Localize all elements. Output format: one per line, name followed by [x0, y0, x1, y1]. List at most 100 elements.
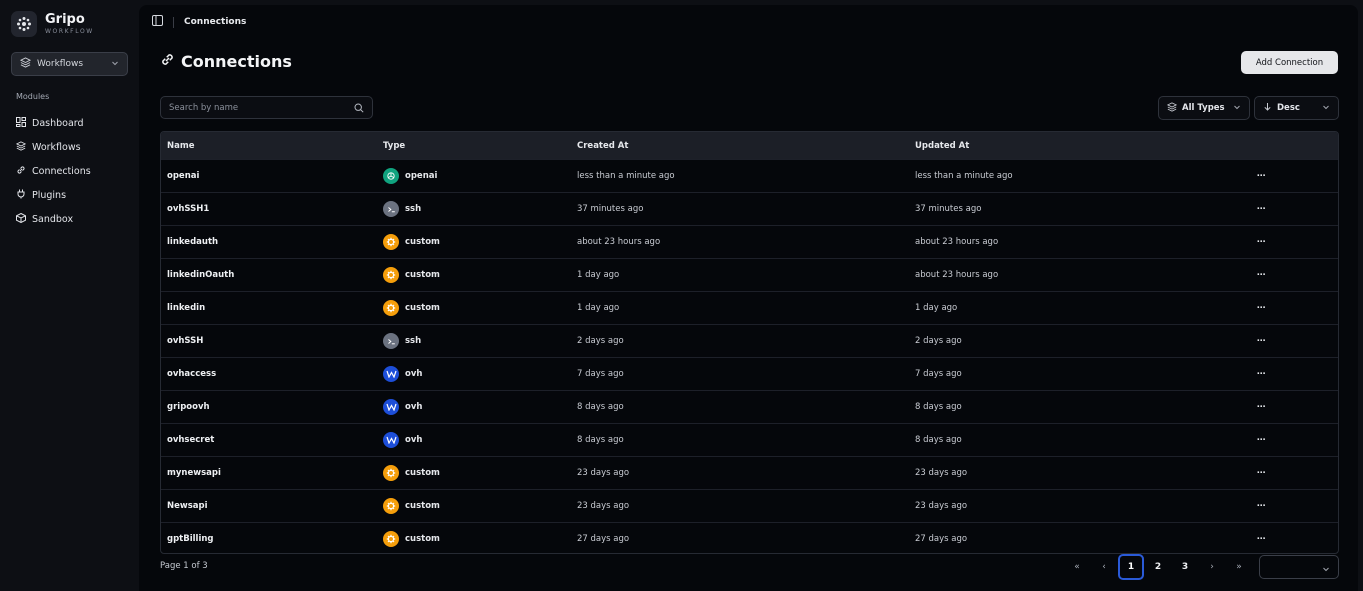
connection-updated-at: 37 minutes ago: [915, 204, 982, 214]
connection-name: ovhSSH1: [167, 204, 210, 214]
link-icon: [160, 52, 175, 71]
connection-updated-at: 27 days ago: [915, 534, 968, 544]
topbar-divider: [173, 16, 174, 28]
ovh-logo-icon: [383, 399, 399, 415]
row-actions-button[interactable]: ⋯: [1251, 534, 1311, 544]
connection-name: openai: [167, 171, 200, 181]
terminal-icon: [383, 201, 399, 217]
row-actions-button[interactable]: ⋯: [1251, 204, 1311, 214]
column-header-type[interactable]: Type: [377, 141, 571, 151]
page-button-1[interactable]: 1: [1118, 554, 1144, 580]
connection-created-at: 1 day ago: [577, 303, 620, 313]
table-row[interactable]: openai openai less than a minute ago less t…: [161, 159, 1338, 192]
table-row[interactable]: ovhsecret ovh 8 days ago 8 days ago ⋯: [161, 423, 1338, 456]
connection-type-label: openai: [405, 171, 438, 181]
first-page-button[interactable]: «: [1064, 554, 1090, 580]
connection-updated-at: 7 days ago: [915, 369, 962, 379]
table-row[interactable]: linkedin custom 1 day ago 1 day ago ⋯: [161, 291, 1338, 324]
page-button-2[interactable]: 2: [1145, 554, 1171, 580]
page-size-select[interactable]: [1259, 555, 1339, 579]
row-actions-button[interactable]: ⋯: [1251, 270, 1311, 280]
connection-created-at: 8 days ago: [577, 402, 624, 412]
add-connection-button[interactable]: Add Connection: [1241, 51, 1338, 74]
table-row[interactable]: gptBilling custom 27 days ago 27 days ago ⋯: [161, 522, 1338, 553]
row-actions-button[interactable]: ⋯: [1251, 501, 1311, 511]
topbar: Connections: [152, 15, 246, 29]
row-actions-button[interactable]: ⋯: [1251, 171, 1311, 181]
connection-name: mynewsapi: [167, 468, 221, 478]
table-row[interactable]: ovhaccess ovh 7 days ago 7 days ago ⋯: [161, 357, 1338, 390]
table-row[interactable]: ovhSSH1 ssh 37 minutes ago 37 minutes ago ⋯: [161, 192, 1338, 225]
gripo-logo-icon: [11, 11, 37, 37]
chevron-down-icon: [1233, 103, 1241, 114]
row-actions-button[interactable]: ⋯: [1251, 336, 1311, 346]
connection-type-label: custom: [405, 534, 440, 544]
ovh-logo-icon: [383, 432, 399, 448]
connection-created-at: 23 days ago: [577, 501, 630, 511]
sidebar-item-sandbox[interactable]: Sandbox: [16, 207, 91, 231]
search-input[interactable]: [169, 102, 354, 113]
sidebar-item-workflows[interactable]: Workflows: [15, 135, 91, 159]
connection-type-label: ovh: [405, 435, 423, 445]
column-header-name[interactable]: Name: [161, 141, 377, 151]
sidebar-item-label: Connections: [32, 165, 91, 177]
previous-page-button[interactable]: ‹: [1091, 554, 1117, 580]
sidebar-toggle-icon[interactable]: [152, 15, 163, 29]
row-actions-button[interactable]: ⋯: [1251, 303, 1311, 313]
gear-icon: [383, 300, 399, 316]
connection-type-label: ovh: [405, 402, 423, 412]
link-icon: [16, 165, 26, 178]
connection-type-label: ovh: [405, 369, 423, 379]
connection-type: custom: [377, 531, 571, 547]
last-page-button[interactable]: »: [1226, 554, 1252, 580]
next-page-button[interactable]: ›: [1199, 554, 1225, 580]
workspace-select[interactable]: Workflows: [11, 52, 128, 76]
table-body: openai openai less than a minute ago less t…: [161, 159, 1338, 553]
row-actions-button[interactable]: ⋯: [1251, 402, 1311, 412]
connection-type-label: custom: [405, 501, 440, 511]
connection-type: custom: [377, 498, 571, 514]
table-row[interactable]: gripoovh ovh 8 days ago 8 days ago ⋯: [161, 390, 1338, 423]
dashboard-icon: [16, 116, 26, 130]
connection-type: custom: [377, 300, 571, 316]
table-row[interactable]: Newsapi custom 23 days ago 23 days ago ⋯: [161, 489, 1338, 522]
connection-name: ovhsecret: [167, 435, 215, 445]
workspace-select-value: Workflows: [37, 59, 84, 69]
modules-section-label: Modules: [16, 92, 50, 101]
layers-icon: [1166, 101, 1178, 115]
connections-table: Name Type Created At Updated At openai op…: [160, 131, 1339, 554]
ovh-logo-icon: [383, 366, 399, 382]
sidebar-item-plugins[interactable]: Plugins: [16, 183, 91, 207]
connection-type: ssh: [377, 333, 571, 349]
connection-type-label: custom: [405, 237, 440, 247]
table-row[interactable]: mynewsapi custom 23 days ago 23 days ago ⋯: [161, 456, 1338, 489]
table-row[interactable]: ovhSSH ssh 2 days ago 2 days ago ⋯: [161, 324, 1338, 357]
column-header-updated-at[interactable]: Updated At: [909, 141, 1251, 151]
gear-icon: [383, 267, 399, 283]
connection-type-label: ssh: [405, 336, 422, 346]
page-indicator: Page 1 of 3: [160, 561, 208, 571]
table-row[interactable]: linkedauth custom about 23 hours ago about …: [161, 225, 1338, 258]
brand[interactable]: Gripo WORKFLOW: [11, 11, 94, 37]
row-actions-button[interactable]: ⋯: [1251, 369, 1311, 379]
row-actions-button[interactable]: ⋯: [1251, 468, 1311, 478]
row-actions-button[interactable]: ⋯: [1251, 237, 1311, 247]
chevron-down-icon: [111, 59, 119, 70]
search-icon[interactable]: [354, 98, 364, 117]
sort-order-select[interactable]: Desc: [1254, 96, 1339, 120]
connection-name: linkedauth: [167, 237, 219, 247]
type-filter-select[interactable]: All Types: [1158, 96, 1250, 120]
row-actions-button[interactable]: ⋯: [1251, 435, 1311, 445]
table-row[interactable]: linkedinOauth custom 1 day ago about 23 hou…: [161, 258, 1338, 291]
connection-created-at: 8 days ago: [577, 435, 624, 445]
sidebar-item-connections[interactable]: Connections: [16, 159, 91, 183]
page-button-3[interactable]: 3: [1172, 554, 1198, 580]
column-header-created-at[interactable]: Created At: [571, 141, 909, 151]
connection-type: ovh: [377, 366, 571, 382]
connection-updated-at: less than a minute ago: [915, 171, 1013, 181]
search-box: [160, 96, 373, 119]
connection-created-at: 23 days ago: [577, 468, 630, 478]
connection-type: ovh: [377, 399, 571, 415]
sidebar-item-dashboard[interactable]: Dashboard: [16, 111, 91, 135]
connection-name: gptBilling: [167, 534, 214, 544]
